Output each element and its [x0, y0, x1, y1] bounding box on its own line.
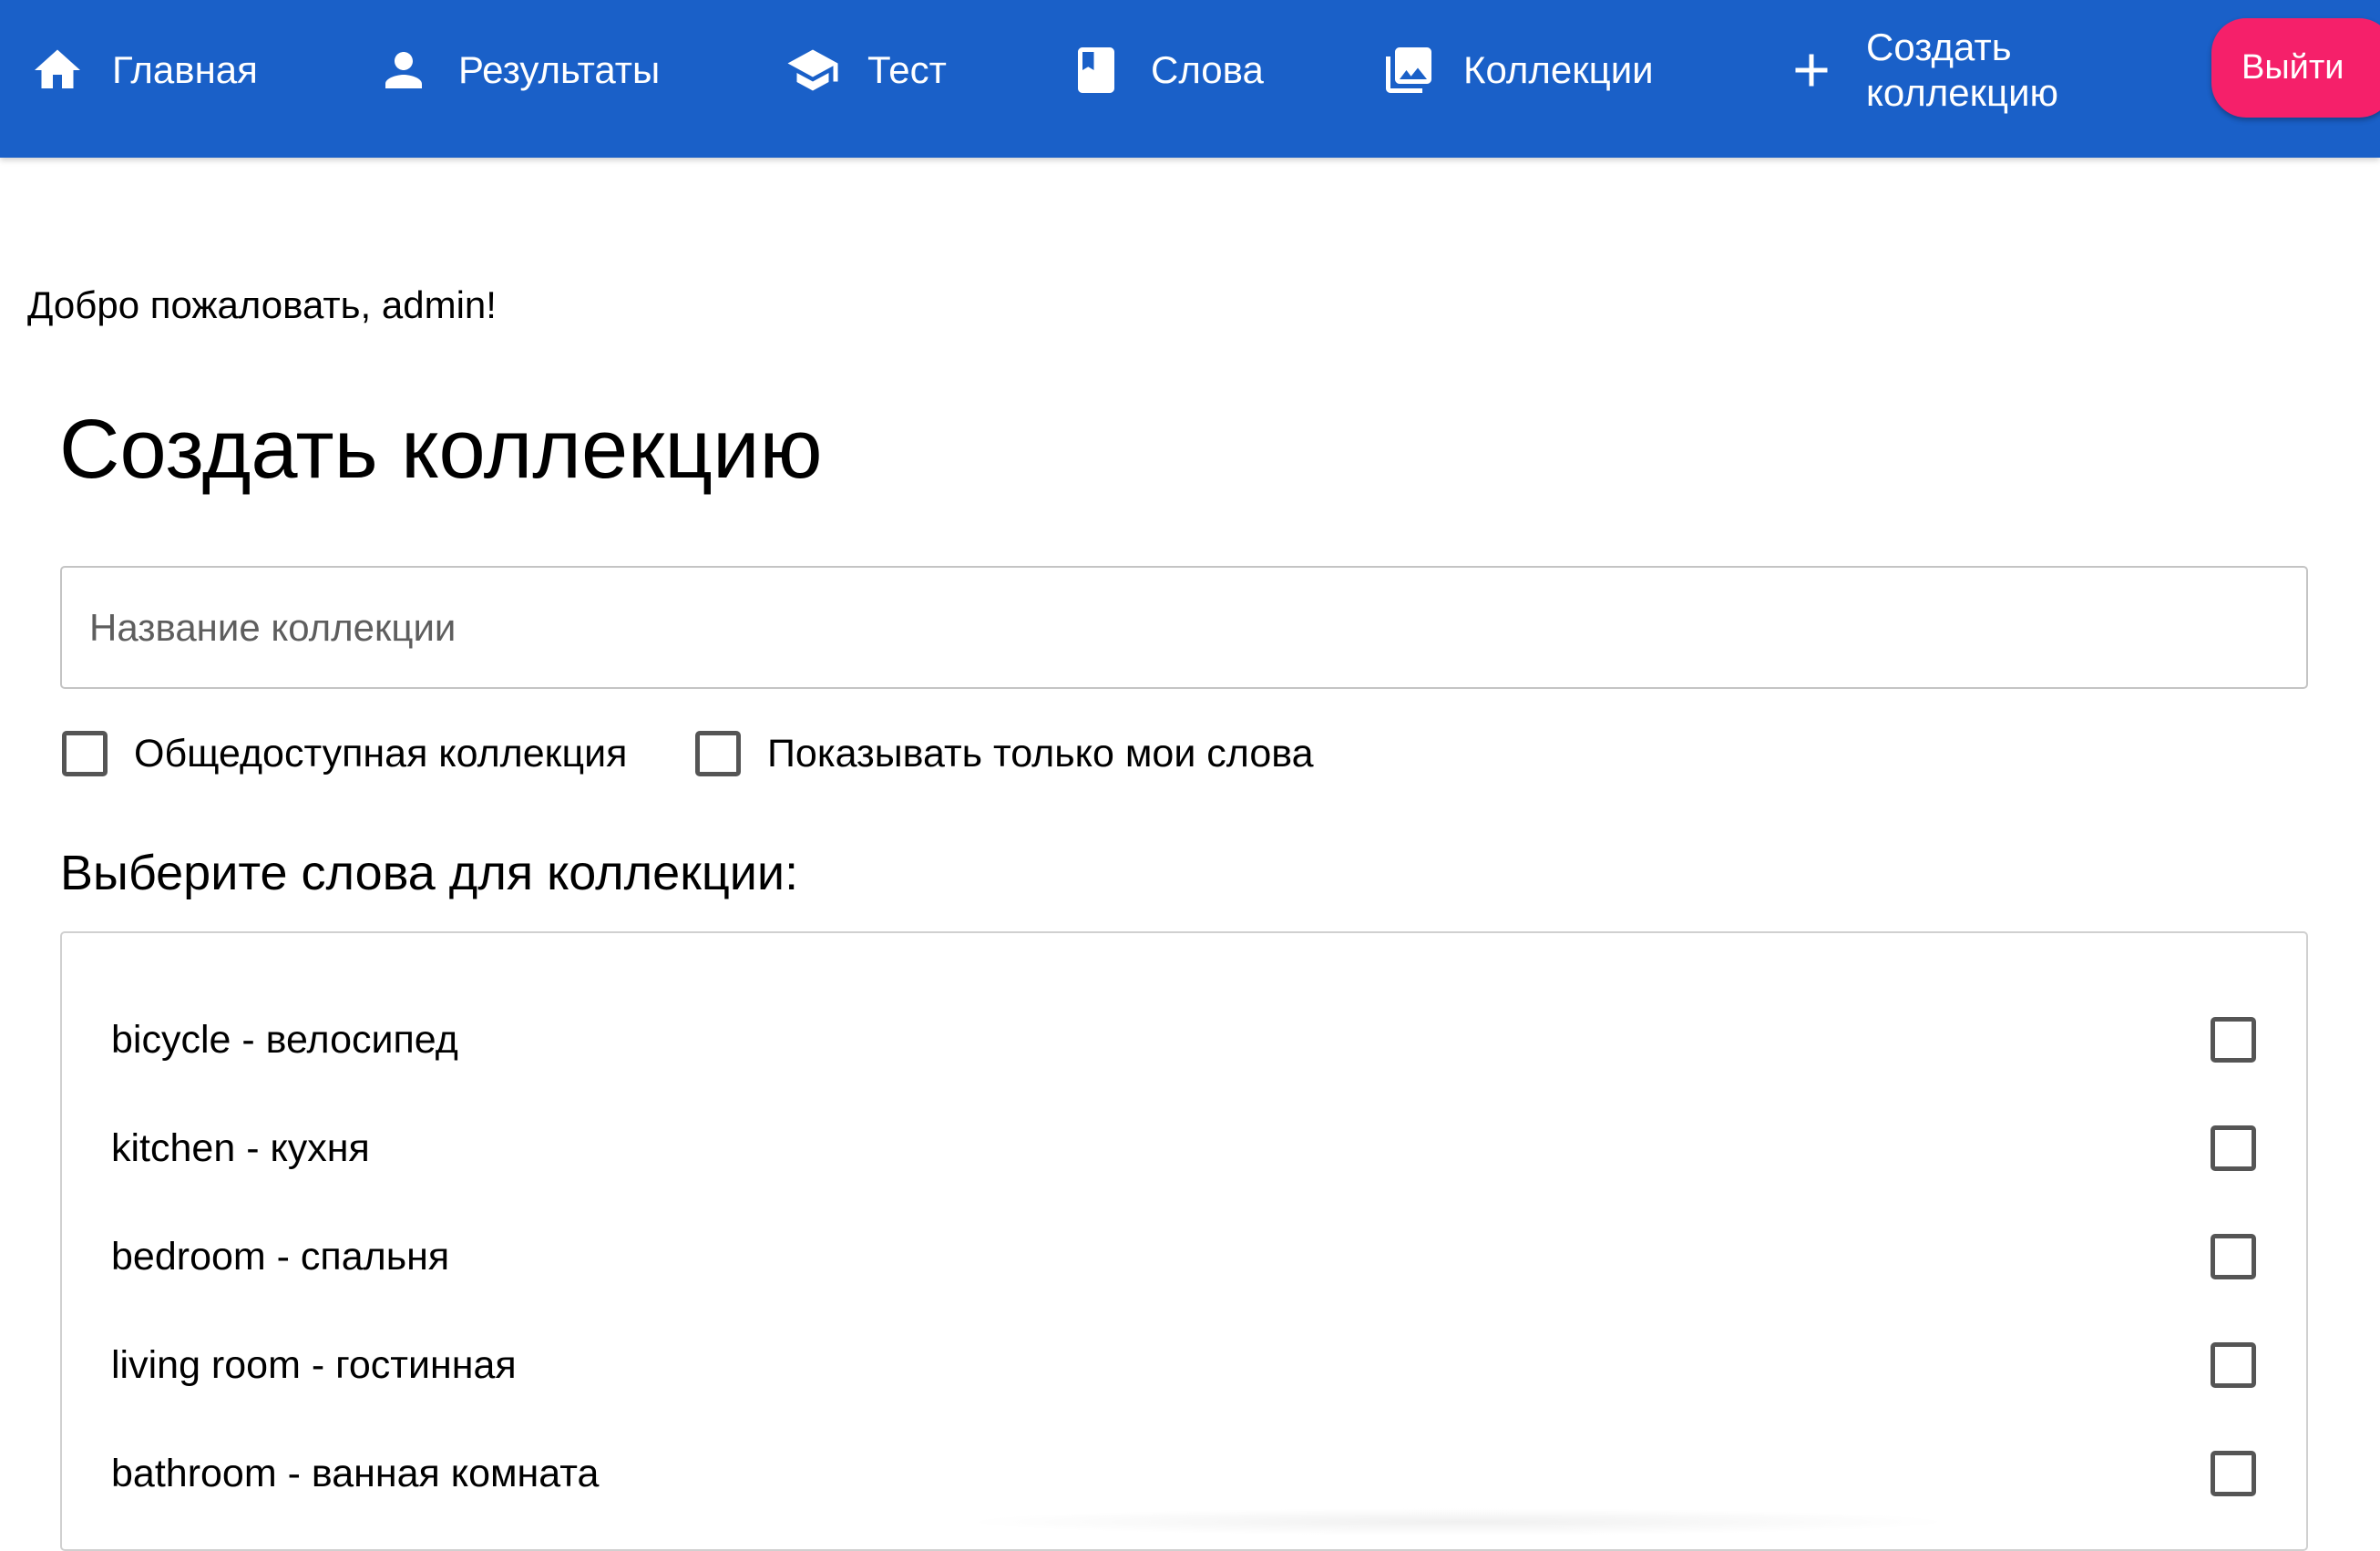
nav-item-label: Создать коллекцию — [1866, 25, 2059, 114]
public-collection-label: Общедоступная коллекция — [134, 731, 628, 776]
book-icon — [1069, 43, 1123, 98]
graduation-cap-icon — [785, 43, 840, 98]
nav-item-label: Слова — [1151, 47, 1264, 91]
word-checkbox[interactable] — [2211, 1342, 2256, 1388]
collection-name-field — [60, 566, 2308, 689]
person-icon — [376, 43, 431, 98]
list-item[interactable]: kitchen - кухня — [62, 1094, 2306, 1203]
only-my-words-checkbox[interactable] — [695, 731, 741, 776]
nav-item-create-collection[interactable]: Создать коллекцию — [1784, 0, 2103, 139]
only-my-words-checkbox-row[interactable]: Показывать только мои слова — [695, 724, 1314, 783]
list-item[interactable]: bicycle - велосипед — [62, 986, 2306, 1094]
list-item[interactable]: living room - гостинная — [62, 1311, 2306, 1420]
list-item[interactable]: bathroom - ванная комната — [62, 1420, 2306, 1528]
public-collection-checkbox-row[interactable]: Общедоступная коллекция — [62, 724, 627, 783]
nav-item-label: Коллекции — [1463, 47, 1654, 91]
nav-item-collections[interactable]: Коллекции — [1381, 0, 1654, 139]
word-label: bathroom - ванная комната — [111, 1452, 600, 1495]
word-label: bicycle - велосипед — [111, 1018, 458, 1062]
welcome-message: Добро пожаловать, admin! — [27, 283, 497, 326]
nav-item-results[interactable]: Результаты — [376, 0, 660, 139]
nav-item-label: Главная — [112, 47, 258, 91]
nav-item-label: Тест — [867, 47, 947, 91]
word-label: bedroom - спальня — [111, 1235, 450, 1279]
nav-item-home[interactable]: Главная — [30, 0, 258, 139]
words-section-heading: Выберите слова для коллекции: — [60, 846, 799, 900]
word-label: living room - гостинная — [111, 1343, 517, 1387]
word-checkbox[interactable] — [2211, 1125, 2256, 1171]
page-title: Создать коллекцию — [59, 403, 823, 496]
word-checkbox[interactable] — [2211, 1451, 2256, 1496]
public-collection-checkbox[interactable] — [62, 731, 108, 776]
plus-icon — [1784, 43, 1839, 98]
word-label: kitchen - кухня — [111, 1126, 370, 1170]
photo-library-icon — [1381, 43, 1436, 98]
word-list: bicycle - велосипед kitchen - кухня bedr… — [60, 931, 2308, 1551]
nav-item-test[interactable]: Тест — [785, 0, 947, 139]
word-checkbox[interactable] — [2211, 1017, 2256, 1063]
word-checkbox[interactable] — [2211, 1234, 2256, 1279]
top-navbar: Главная Результаты Тест Слова Коллекции … — [0, 0, 2380, 158]
nav-item-words[interactable]: Слова — [1069, 0, 1264, 139]
collection-name-input[interactable] — [62, 568, 2306, 687]
logout-button[interactable]: Выйти — [2211, 18, 2380, 118]
nav-item-label: Результаты — [458, 47, 661, 91]
only-my-words-label: Показывать только мои слова — [767, 731, 1314, 776]
home-icon — [30, 43, 85, 98]
list-item[interactable]: bedroom - спальня — [62, 1203, 2306, 1311]
